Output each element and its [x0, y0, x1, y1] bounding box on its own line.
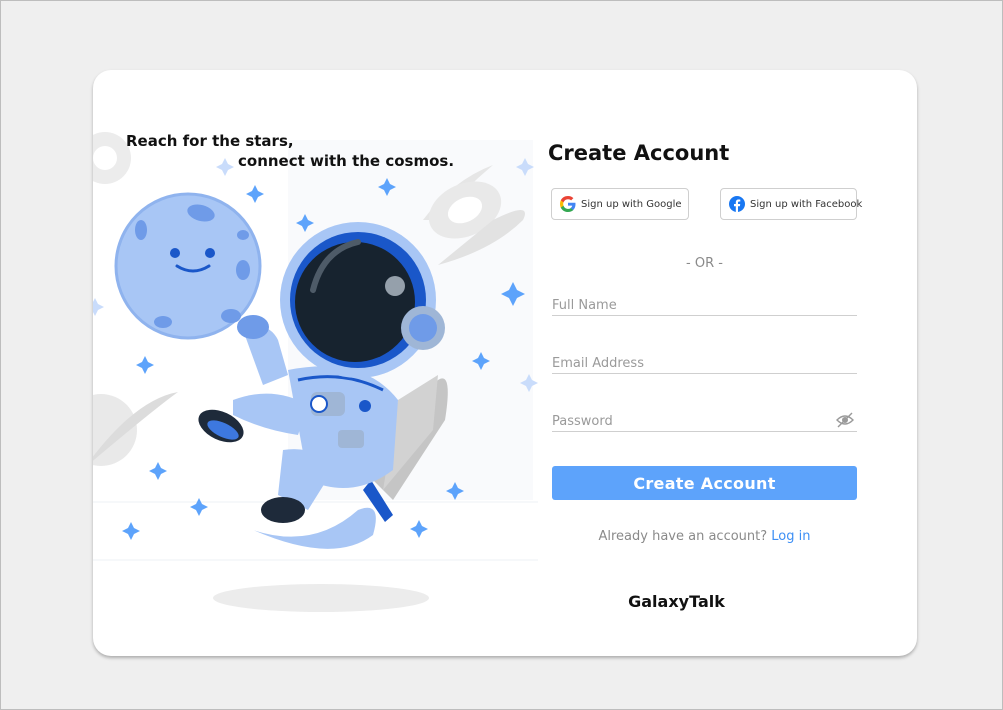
- full-name-field: [552, 294, 857, 316]
- facebook-icon: [729, 196, 745, 212]
- google-signup-button[interactable]: Sign up with Google: [551, 188, 689, 220]
- google-icon: [560, 196, 576, 212]
- facebook-signup-button[interactable]: Sign up with Facebook: [720, 188, 862, 220]
- password-field: [552, 410, 857, 432]
- email-input[interactable]: [552, 353, 857, 374]
- create-account-button[interactable]: Create Account: [552, 466, 857, 500]
- login-link[interactable]: Log in: [771, 529, 810, 544]
- or-divider: - OR -: [686, 256, 723, 271]
- google-signup-label: Sign up with Google: [581, 198, 682, 210]
- signup-card: Reach for the stars, connect with the co…: [93, 70, 917, 656]
- hero-tagline-line1: Reach for the stars,: [126, 132, 294, 150]
- password-input[interactable]: [552, 411, 822, 432]
- email-field: [552, 352, 857, 374]
- login-prompt-line: Already have an account? Log in: [552, 529, 857, 544]
- brand-logo-text: GalaxyTalk: [628, 592, 725, 611]
- full-name-input[interactable]: [552, 295, 857, 316]
- facebook-signup-label: Sign up with Facebook: [750, 198, 863, 210]
- hero-tagline-line2: connect with the cosmos.: [238, 152, 455, 170]
- form-title: Create Account: [548, 141, 730, 165]
- login-prompt-text: Already have an account?: [598, 529, 768, 544]
- eye-slash-icon[interactable]: [835, 411, 855, 429]
